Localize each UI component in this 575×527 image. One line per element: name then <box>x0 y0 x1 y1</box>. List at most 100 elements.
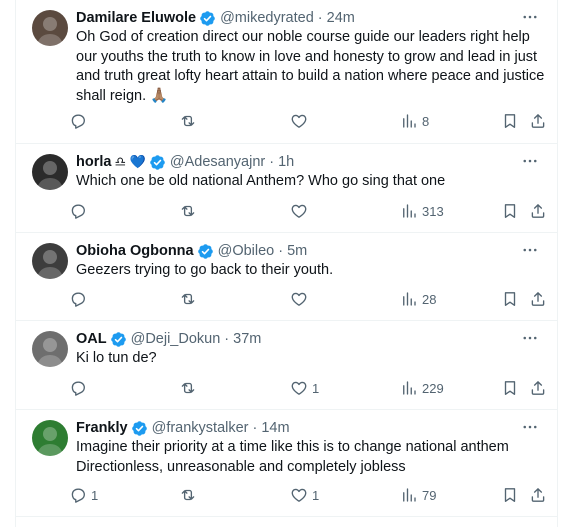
like-button[interactable] <box>290 108 312 134</box>
reply-button[interactable]: 1 <box>69 482 98 508</box>
views-count: 8 <box>422 113 430 129</box>
reply-button[interactable] <box>69 108 91 134</box>
tweet-header: OAL @Deji_Dokun · 37m <box>76 329 547 349</box>
user-handle[interactable]: @mikedyrated <box>220 10 314 26</box>
separator-dot: · <box>317 10 323 26</box>
share-button[interactable] <box>529 286 547 312</box>
user-handle[interactable]: @Adesanyajnr <box>170 154 265 170</box>
retweet-button[interactable] <box>179 286 201 312</box>
timestamp[interactable]: 5m <box>287 243 307 259</box>
bookmark-button[interactable] <box>501 198 519 224</box>
views-button[interactable]: 313 <box>400 198 444 224</box>
timestamp[interactable]: 37m <box>233 331 261 347</box>
action-bar: 28 <box>69 286 549 312</box>
retweet-button[interactable] <box>179 375 201 401</box>
reply-button[interactable] <box>69 375 91 401</box>
bookmark-button[interactable] <box>501 482 519 508</box>
retweet-icon <box>179 202 197 220</box>
bookmark-button[interactable] <box>501 286 519 312</box>
more-icon[interactable] <box>519 327 541 349</box>
retweet-button[interactable] <box>179 482 201 508</box>
share-icon <box>529 379 547 397</box>
tweet-card[interactable]: horla ♎ 💙 @Adesanyajnr · 1h Which one be… <box>16 144 557 233</box>
tweet-text: Geezers trying to go back to their youth… <box>76 262 334 278</box>
views-count: 28 <box>422 291 437 307</box>
verified-badge-icon <box>110 331 127 348</box>
separator-dot: · <box>252 420 258 436</box>
views-icon <box>400 290 418 308</box>
views-button[interactable]: 28 <box>400 286 436 312</box>
action-bar: 8 <box>69 108 549 134</box>
tweet-header: Frankly @frankystalker · 14m <box>76 418 547 438</box>
bookmark-icon <box>501 202 519 220</box>
views-count: 313 <box>422 203 444 219</box>
share-button[interactable] <box>529 198 547 224</box>
bookmark-button[interactable] <box>501 108 519 134</box>
reply-icon <box>69 290 87 308</box>
more-icon[interactable] <box>519 239 541 261</box>
retweet-icon <box>179 486 197 504</box>
retweet-button[interactable] <box>179 198 201 224</box>
avatar[interactable] <box>32 154 68 190</box>
avatar[interactable] <box>32 331 68 367</box>
reply-feed: Damilare Eluwole @mikedyrated · 24m Oh G… <box>15 0 558 527</box>
avatar[interactable] <box>32 243 68 279</box>
user-handle[interactable]: @Obileo <box>218 243 275 259</box>
tweet-header: Damilare Eluwole @mikedyrated · 24m <box>76 8 547 28</box>
separator-dot: · <box>224 331 230 347</box>
like-icon <box>290 112 308 130</box>
views-button[interactable]: 79 <box>400 482 436 508</box>
action-bar: 1 1 79 <box>69 482 549 508</box>
retweet-button[interactable] <box>179 108 201 134</box>
retweet-icon <box>179 290 197 308</box>
timestamp[interactable]: 24m <box>327 10 355 26</box>
bookmark-button[interactable] <box>501 375 519 401</box>
share-button[interactable] <box>529 482 547 508</box>
tweet-card[interactable]: Frankly @frankystalker · 14m Imagine the… <box>16 410 557 517</box>
reply-count: 1 <box>91 487 99 503</box>
display-name[interactable]: OAL <box>76 331 107 347</box>
share-button[interactable] <box>529 108 547 134</box>
reply-button[interactable] <box>69 198 91 224</box>
share-icon <box>529 112 547 130</box>
views-icon <box>400 202 418 220</box>
display-name[interactable]: Damilare Eluwole <box>76 10 196 26</box>
like-button[interactable] <box>290 286 312 312</box>
more-icon[interactable] <box>519 6 541 28</box>
tweet-text: Oh God of creation direct our noble cour… <box>76 29 545 104</box>
like-count: 1 <box>312 380 320 396</box>
user-handle[interactable]: @Deji_Dokun <box>131 331 221 347</box>
user-handle[interactable]: @frankystalker <box>152 420 249 436</box>
views-icon <box>400 379 418 397</box>
separator-dot: · <box>269 154 275 170</box>
display-name[interactable]: Obioha Ogbonna <box>76 243 194 259</box>
more-icon[interactable] <box>519 150 541 172</box>
like-icon <box>290 202 308 220</box>
views-button[interactable]: 8 <box>400 108 429 134</box>
like-count: 1 <box>312 487 320 503</box>
avatar[interactable] <box>32 10 68 46</box>
like-button[interactable] <box>290 198 312 224</box>
tweet-card[interactable]: Obioha Ogbonna @Obileo · 5m Geezers tryi… <box>16 233 557 321</box>
tweet-text: Ki lo tun de? <box>76 350 157 366</box>
avatar[interactable] <box>32 420 68 456</box>
bookmark-icon <box>501 112 519 130</box>
display-name[interactable]: horla <box>76 154 111 170</box>
bookmark-icon <box>501 379 519 397</box>
like-icon <box>290 486 308 504</box>
display-name[interactable]: Frankly <box>76 420 128 436</box>
share-button[interactable] <box>529 375 547 401</box>
reply-icon <box>69 202 87 220</box>
like-button[interactable]: 1 <box>290 375 319 401</box>
tweet-card[interactable]: Damilare Eluwole @mikedyrated · 24m Oh G… <box>16 0 557 144</box>
timestamp[interactable]: 14m <box>261 420 289 436</box>
verified-badge-icon <box>197 243 214 260</box>
retweet-icon <box>179 112 197 130</box>
like-button[interactable]: 1 <box>290 482 319 508</box>
tweet-card[interactable]: OAL @Deji_Dokun · 37m Ki lo tun de? 1 22… <box>16 321 557 410</box>
reply-button[interactable] <box>69 286 91 312</box>
separator-dot: · <box>278 243 284 259</box>
views-button[interactable]: 229 <box>400 375 444 401</box>
more-icon[interactable] <box>519 416 541 438</box>
timestamp[interactable]: 1h <box>278 154 294 170</box>
